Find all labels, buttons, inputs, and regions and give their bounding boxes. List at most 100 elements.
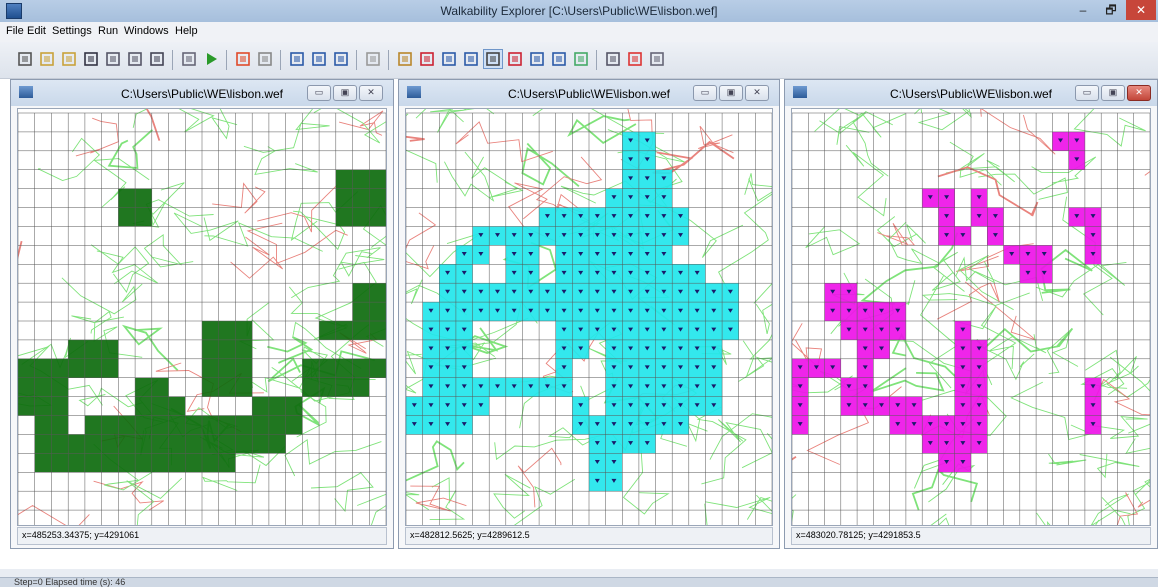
selected-grid-cell (369, 188, 386, 208)
select-region-icon[interactable] (528, 50, 546, 68)
colors-icon[interactable] (234, 50, 252, 68)
selected-grid-cell (352, 188, 370, 208)
selected-grid-cell (101, 434, 119, 454)
map-window-3[interactable]: C:\Users\Public\WE\lisbon.wef ▭ ▣ ✕ x=48… (784, 79, 1158, 549)
new-icon[interactable] (38, 50, 56, 68)
selected-grid-cell (135, 434, 152, 454)
open-project-icon[interactable] (16, 50, 34, 68)
pan-hand-icon[interactable] (483, 49, 503, 69)
save-icon[interactable] (82, 50, 100, 68)
undo-icon[interactable] (256, 50, 274, 68)
map-grid-svg (406, 109, 772, 525)
map-window-close-button[interactable]: ✕ (1127, 85, 1151, 101)
map-window-minimize-button[interactable]: ▭ (307, 85, 331, 101)
grid-icon[interactable] (148, 50, 166, 68)
zoom-out-icon[interactable] (462, 50, 480, 68)
menu-run[interactable]: Run (98, 25, 118, 37)
menu-bar: File Edit Settings Run Windows Help (0, 22, 1158, 42)
road-line (1090, 493, 1131, 525)
selected-grid-cell (51, 415, 69, 435)
deselect-region-icon[interactable] (550, 50, 568, 68)
selected-grid-cell (202, 434, 219, 454)
map-window-2[interactable]: C:\Users\Public\WE\lisbon.wef ▭ ▣ ✕ x=48… (398, 79, 780, 549)
coordinate-status-bar: x=483020.78125; y=4291853.5 (791, 527, 1151, 545)
toolbar-separator (226, 50, 227, 70)
selected-grid-cell (51, 358, 69, 378)
selected-grid-cell (202, 377, 219, 397)
menu-settings[interactable]: Settings (52, 25, 92, 37)
restore-button[interactable]: 🗗 (1098, 0, 1124, 20)
tile-horizontal-icon[interactable] (310, 50, 328, 68)
legend-icon[interactable] (626, 50, 644, 68)
road-line (1048, 453, 1087, 466)
map-window-maximize-button[interactable]: ▣ (719, 85, 743, 101)
menu-help[interactable]: Help (175, 25, 198, 37)
selected-grid-cell (84, 434, 102, 454)
road-line (792, 494, 797, 522)
road-line (852, 111, 893, 177)
selected-grid-cell (352, 207, 370, 227)
selected-grid-cell (369, 283, 386, 303)
selected-grid-cell (218, 453, 236, 473)
map-window-close-button[interactable]: ✕ (359, 85, 383, 101)
calculator-icon[interactable] (572, 50, 590, 68)
road-line (243, 109, 330, 153)
run-icon[interactable] (202, 50, 220, 68)
selected-grid-cell (252, 415, 269, 435)
open-folder-icon[interactable] (60, 50, 78, 68)
road-line (521, 142, 580, 187)
selected-grid-cell (68, 434, 85, 454)
selected-grid-cell (185, 434, 202, 454)
eraser-icon[interactable] (364, 50, 382, 68)
map-window-minimize-button[interactable]: ▭ (693, 85, 717, 101)
clear-selection-icon[interactable] (418, 50, 436, 68)
map-window-minimize-button[interactable]: ▭ (1075, 85, 1099, 101)
selected-grid-cell (218, 434, 236, 454)
road-line (949, 141, 1015, 183)
selected-grid-cell (151, 453, 169, 473)
map-canvas[interactable] (791, 108, 1151, 526)
selected-grid-cell (319, 377, 336, 397)
toolbar-separator (356, 50, 357, 70)
road-line (931, 251, 965, 292)
minimize-button[interactable]: – (1070, 0, 1096, 20)
layer-2-icon[interactable] (126, 50, 144, 68)
road-line (246, 222, 348, 265)
map-canvas[interactable] (405, 108, 773, 526)
map-grid-svg (792, 109, 1150, 525)
selected-grid-cell (118, 188, 136, 208)
selected-grid-cell (202, 321, 219, 340)
road-line (357, 493, 386, 525)
map-window-titlebar: C:\Users\Public\WE\lisbon.wef ▭ ▣ ✕ (785, 80, 1157, 106)
road-line (18, 504, 90, 525)
pointer-icon[interactable] (506, 50, 524, 68)
map-icon[interactable] (180, 50, 198, 68)
map-window-maximize-button[interactable]: ▣ (333, 85, 357, 101)
layer-icon[interactable] (104, 50, 122, 68)
selected-grid-cell (335, 377, 353, 397)
statistics-icon[interactable] (604, 50, 622, 68)
select-rect-icon[interactable] (396, 50, 414, 68)
selected-grid-cell (335, 358, 353, 378)
menu-edit[interactable]: Edit (27, 25, 46, 37)
menu-file[interactable]: File (6, 25, 24, 37)
map-window-1[interactable]: C:\Users\Public\WE\lisbon.wef ▭ ▣ ✕ x=48… (10, 79, 394, 549)
zoom-in-icon[interactable] (440, 50, 458, 68)
map-canvas[interactable] (17, 108, 387, 526)
selected-grid-cell (252, 434, 269, 454)
close-button[interactable]: ✕ (1126, 0, 1156, 20)
selected-grid-cell (352, 302, 370, 321)
tile-vertical-icon[interactable] (332, 50, 350, 68)
selected-grid-cell (268, 434, 286, 454)
selected-grid-cell (218, 415, 236, 435)
selected-grid-cell (34, 358, 52, 378)
menu-windows[interactable]: Windows (124, 25, 169, 37)
map-window-close-button[interactable]: ✕ (745, 85, 769, 101)
road-line (1101, 481, 1150, 525)
toolbar (0, 42, 1158, 79)
selected-grid-cell (285, 396, 303, 416)
app-titlebar: Walkability Explorer [C:\Users\Public\WE… (0, 0, 1158, 22)
settings-brush-icon[interactable] (648, 50, 666, 68)
cascade-icon[interactable] (288, 50, 306, 68)
map-window-maximize-button[interactable]: ▣ (1101, 85, 1125, 101)
